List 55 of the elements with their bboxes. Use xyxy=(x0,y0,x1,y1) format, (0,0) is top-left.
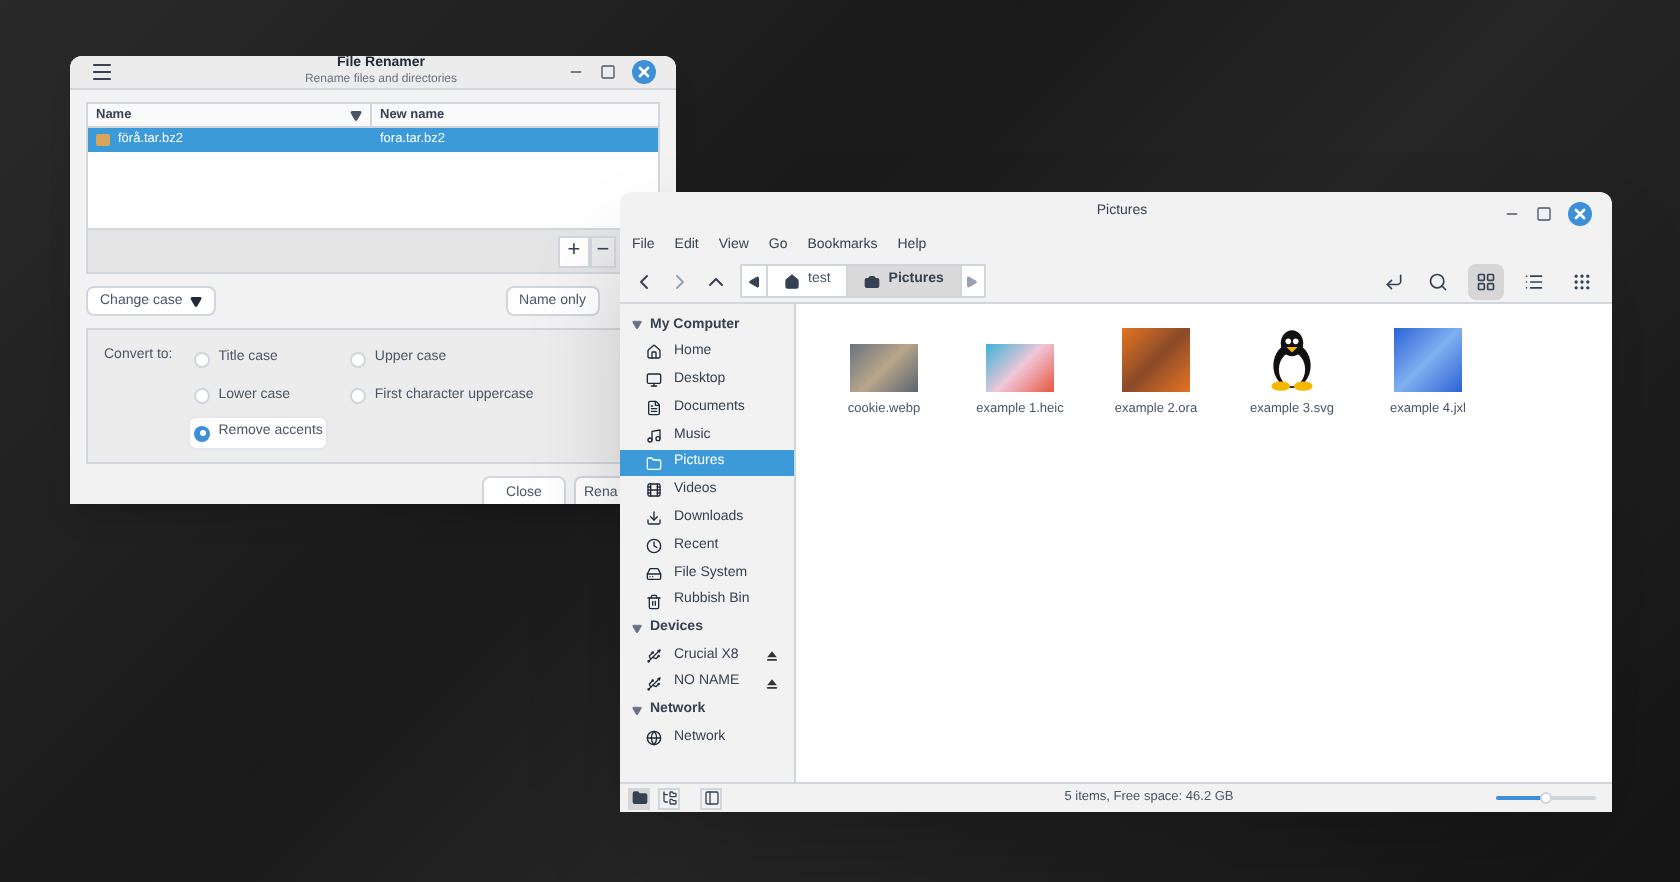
sort-icon xyxy=(350,109,362,122)
photo-placeholder xyxy=(1122,328,1190,392)
music-icon xyxy=(646,427,662,444)
trash-icon xyxy=(646,593,662,610)
tree-button[interactable] xyxy=(658,787,680,809)
radio-button[interactable] xyxy=(194,388,211,404)
maximize-icon[interactable] xyxy=(1536,205,1552,221)
close-icon xyxy=(1572,205,1588,221)
photo-placeholder xyxy=(986,344,1054,392)
right-arrow-icon[interactable] xyxy=(966,275,979,287)
expanded-icon[interactable] xyxy=(632,320,642,331)
left-arrow-icon[interactable] xyxy=(748,275,760,287)
home-icon xyxy=(646,344,662,361)
globe-icon xyxy=(646,729,662,746)
sidebar-toggle-button[interactable] xyxy=(700,787,722,809)
expanded-icon[interactable] xyxy=(632,623,642,634)
sidebar-icon xyxy=(703,790,719,806)
radio-button[interactable] xyxy=(194,351,211,367)
camera-icon xyxy=(864,273,881,289)
download-icon xyxy=(646,510,662,527)
close-icon xyxy=(636,64,652,81)
clock-icon xyxy=(646,537,662,554)
radio-button[interactable] xyxy=(350,351,367,367)
location-toggle-icon[interactable] xyxy=(1384,271,1404,291)
maximize-icon[interactable] xyxy=(600,64,616,81)
drive-icon xyxy=(646,565,662,582)
radio-button[interactable] xyxy=(194,425,211,441)
folder-icon xyxy=(631,790,647,806)
places-button[interactable] xyxy=(628,787,650,809)
close-button[interactable] xyxy=(1568,201,1592,225)
list-view-icon xyxy=(1524,271,1544,291)
caret-icon xyxy=(190,295,203,308)
eject-icon[interactable] xyxy=(766,677,778,690)
expanded-icon[interactable] xyxy=(632,705,642,716)
menu-icon[interactable] xyxy=(90,60,114,85)
remove-button[interactable]: − xyxy=(590,235,616,268)
compact-view-icon xyxy=(1572,271,1592,291)
film-icon xyxy=(646,482,662,499)
usb-icon xyxy=(646,675,662,692)
close-button[interactable] xyxy=(632,60,656,85)
add-button[interactable]: + xyxy=(558,235,590,268)
view-button[interactable] xyxy=(1468,263,1504,299)
eject-icon[interactable] xyxy=(766,649,778,662)
photo-placeholder xyxy=(850,344,918,392)
search-icon[interactable] xyxy=(1428,271,1448,291)
archive-icon xyxy=(96,134,110,147)
document-icon xyxy=(646,399,662,416)
tree-icon xyxy=(661,790,677,806)
usb-icon xyxy=(646,647,662,664)
home-icon xyxy=(784,273,800,289)
folder-icon xyxy=(646,455,662,472)
radio-button[interactable] xyxy=(350,388,367,404)
monitor-icon xyxy=(646,372,662,389)
grid-view-icon xyxy=(1476,271,1496,291)
photo-placeholder xyxy=(1394,328,1462,392)
